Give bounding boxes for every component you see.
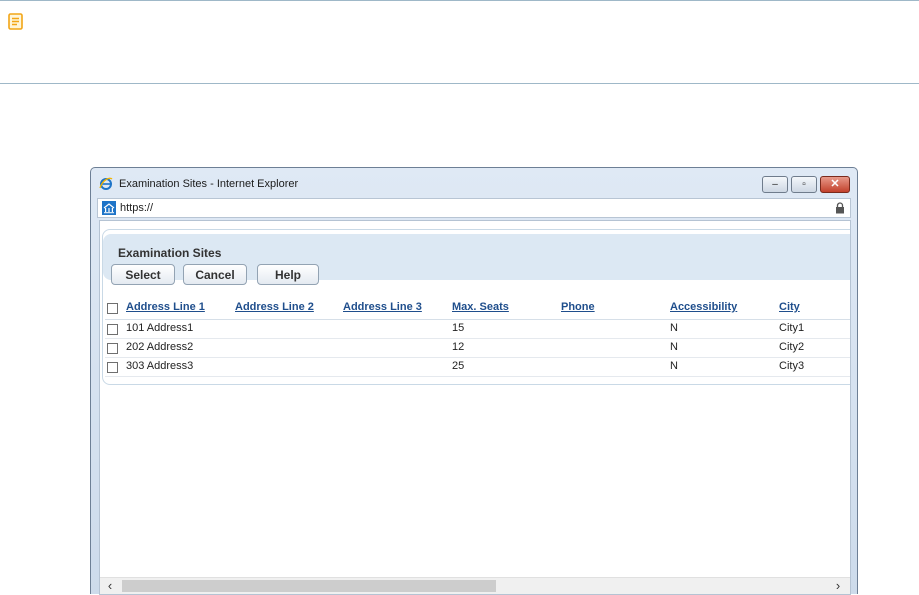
scrollbar-thumb[interactable] [122, 580, 496, 592]
table-row[interactable]: 303 Address3 25 N City3 [105, 358, 850, 377]
cell-address-line-1: 303 Address3 [126, 360, 194, 372]
column-header-phone[interactable]: Phone [561, 301, 595, 313]
table-row[interactable]: 101 Address1 15 N City1 [105, 320, 850, 339]
note-band [0, 0, 919, 84]
cell-accessibility: N [670, 322, 678, 334]
cell-accessibility: N [670, 360, 678, 372]
horizontal-scrollbar[interactable]: ‹ › [100, 577, 850, 594]
sites-table: Address Line 1 Address Line 2 Address Li… [105, 293, 850, 377]
row-checkbox[interactable] [107, 343, 118, 354]
row-checkbox[interactable] [107, 362, 118, 373]
cell-max-seats: 25 [452, 360, 465, 372]
cell-max-seats: 12 [452, 341, 465, 353]
cell-city: City3 [779, 360, 805, 372]
lock-icon [836, 202, 844, 214]
column-header-address-line-3[interactable]: Address Line 3 [343, 301, 422, 313]
column-header-accessibility[interactable]: Accessibility [670, 301, 737, 313]
panel-header: Examination Sites Select Cancel Help [103, 234, 850, 285]
cell-city: City2 [779, 341, 805, 353]
ie-logo-icon [99, 177, 113, 190]
scroll-right-icon[interactable]: › [830, 578, 846, 594]
url-text[interactable]: https:// [120, 202, 153, 214]
cell-accessibility: N [670, 341, 678, 353]
page-viewport: Examination Sites Select Cancel Help Add… [99, 220, 851, 595]
select-button[interactable]: Select [111, 264, 175, 285]
address-bar[interactable]: https:// [97, 198, 851, 218]
scroll-left-icon[interactable]: ‹ [102, 578, 118, 594]
column-header-address-line-2[interactable]: Address Line 2 [235, 301, 314, 313]
select-all-checkbox[interactable] [107, 303, 118, 314]
cell-city: City1 [779, 322, 805, 334]
window-title: Examination Sites - Internet Explorer [119, 178, 299, 190]
minimize-icon: – [772, 179, 778, 190]
maximize-button[interactable]: ▫ [791, 176, 817, 193]
note-icon [8, 13, 23, 30]
cell-address-line-1: 101 Address1 [126, 322, 194, 334]
row-checkbox[interactable] [107, 324, 118, 335]
column-header-city[interactable]: City [779, 301, 800, 313]
site-icon [102, 201, 116, 215]
column-header-max-seats[interactable]: Max. Seats [452, 301, 509, 313]
close-icon: ✕ [830, 178, 840, 190]
cell-address-line-1: 202 Address2 [126, 341, 194, 353]
column-header-address-line-1[interactable]: Address Line 1 [126, 301, 205, 313]
ie-window: Examination Sites - Internet Explorer – … [90, 167, 858, 595]
cancel-button[interactable]: Cancel [183, 264, 247, 285]
panel-title: Examination Sites [118, 246, 222, 260]
minimize-button[interactable]: – [762, 176, 788, 193]
close-button[interactable]: ✕ [820, 176, 850, 193]
help-button[interactable]: Help [257, 264, 319, 285]
table-header: Address Line 1 Address Line 2 Address Li… [105, 293, 850, 320]
table-row[interactable]: 202 Address2 12 N City2 [105, 339, 850, 358]
cell-max-seats: 15 [452, 322, 465, 334]
title-bar[interactable]: Examination Sites - Internet Explorer – … [91, 168, 857, 198]
maximize-icon: ▫ [802, 179, 806, 190]
